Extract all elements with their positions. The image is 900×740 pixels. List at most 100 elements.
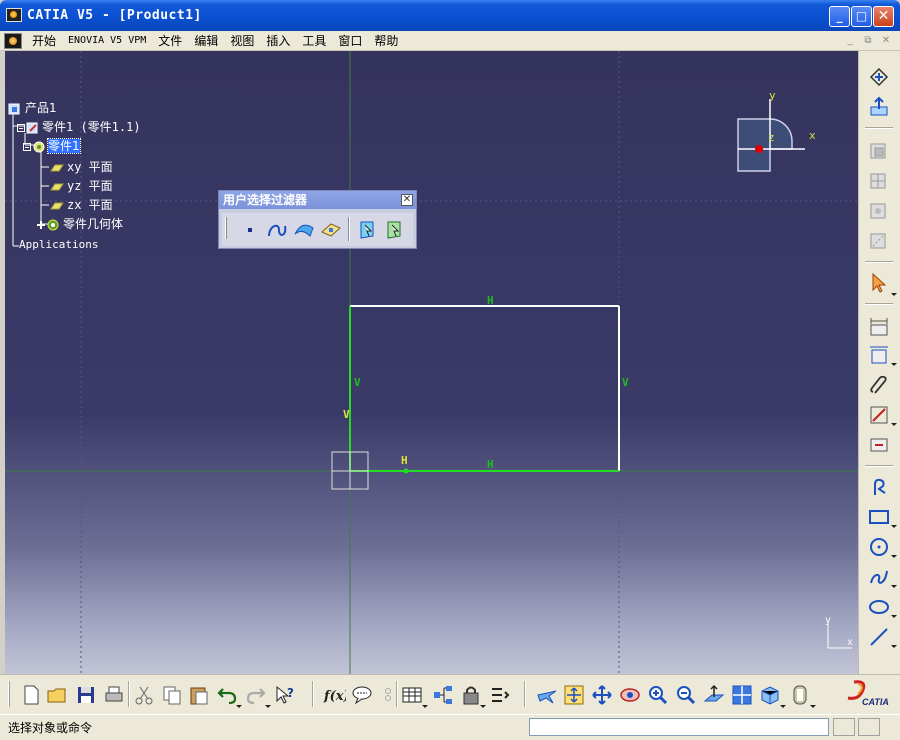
design-table-icon[interactable] (400, 683, 424, 707)
product-icon (8, 103, 20, 114)
tree-item-applications[interactable]: Applications (19, 238, 98, 251)
menu-window[interactable]: 窗口 (332, 31, 368, 51)
menu-help[interactable]: 帮助 (368, 31, 404, 51)
export-icon[interactable] (867, 95, 891, 119)
toolbar-grip[interactable] (225, 217, 227, 239)
constraint-horizontal-origin: H (401, 454, 408, 467)
exit-workbench-icon[interactable] (867, 65, 891, 89)
mdi-close-button[interactable]: ✕ (878, 34, 894, 48)
menu-tools[interactable]: 工具 (296, 31, 332, 51)
mini-axis-x-label: x (847, 637, 854, 648)
tree-item-part-body[interactable]: 零件几何体 (37, 215, 123, 232)
status-option-button-2[interactable] (858, 718, 880, 736)
select-cursor-icon[interactable] (867, 271, 891, 295)
tree-item-zx-plane[interactable]: zx 平面 (49, 196, 113, 213)
collapse-toggle-icon[interactable] (17, 123, 25, 132)
construction-element-icon[interactable] (867, 229, 891, 253)
formula-fx-icon[interactable]: f(x) (322, 683, 346, 707)
feature-element-filter-icon[interactable] (356, 218, 380, 242)
point-filter-icon[interactable] (238, 218, 262, 242)
cut-icon[interactable] (132, 683, 156, 707)
circle-icon[interactable] (867, 535, 891, 559)
viewport-3d[interactable]: H V V H H V y x z y x 产品1 零件1 (零件1.1) 零件… (5, 51, 858, 674)
volume-filter-icon[interactable] (319, 218, 343, 242)
new-document-icon[interactable] (19, 683, 43, 707)
user-selection-filter-toolbar[interactable]: 用户选择过滤器 ✕ (218, 190, 417, 249)
tools-palette-icon[interactable] (488, 683, 512, 707)
command-input[interactable] (529, 718, 829, 736)
annotation-icon[interactable] (350, 683, 374, 707)
rectangle-icon[interactable] (867, 505, 891, 529)
sketch-grid-icon[interactable] (867, 169, 891, 193)
undo-icon[interactable] (215, 683, 239, 707)
fix-together-icon[interactable] (867, 403, 891, 427)
geometry-element-filter-icon[interactable] (383, 218, 407, 242)
minimize-button[interactable]: _ (829, 6, 850, 27)
isometric-view-icon[interactable] (758, 683, 782, 707)
attachment-icon[interactable] (867, 373, 891, 397)
body-gear-icon (47, 219, 59, 230)
dimension-constraint-icon[interactable] (867, 315, 891, 339)
auto-constraint-icon[interactable] (867, 433, 891, 457)
catia-app-icon[interactable] (6, 8, 22, 22)
surface-filter-icon[interactable] (292, 218, 316, 242)
svg-text:f(x): f(x) (323, 689, 346, 704)
menu-enovia[interactable]: ENOVIA V5 VPM (62, 31, 152, 51)
menu-view[interactable]: 视图 (224, 31, 260, 51)
copy-icon[interactable] (160, 683, 184, 707)
fit-all-icon[interactable] (562, 683, 586, 707)
part-instance-icon (26, 122, 38, 133)
snap-to-point-icon[interactable] (867, 199, 891, 223)
zoom-out-icon[interactable] (674, 683, 698, 707)
multi-view-icon[interactable] (730, 683, 754, 707)
pan-icon[interactable] (590, 683, 614, 707)
menu-edit[interactable]: 编辑 (188, 31, 224, 51)
profile-icon[interactable] (867, 475, 891, 499)
shading-icon[interactable] (788, 683, 812, 707)
maximize-button[interactable]: □ (851, 6, 872, 27)
constraint-horizontal-bottom: H (487, 458, 494, 471)
window-title: CATIA V5 - [Product1] (27, 8, 202, 23)
line-icon[interactable] (867, 625, 891, 649)
filter-toolbar-close-button[interactable]: ✕ (401, 194, 413, 206)
redo-icon[interactable] (244, 683, 268, 707)
expand-toggle-icon[interactable] (37, 220, 45, 229)
tree-item-yz-plane[interactable]: yz 平面 (49, 177, 113, 194)
mdi-restore-button[interactable]: ⧉ (860, 34, 876, 48)
curve-filter-icon[interactable] (265, 218, 289, 242)
collapse-toggle-icon[interactable] (23, 142, 31, 151)
tree-reorder-icon[interactable] (431, 683, 455, 707)
ellipse-icon[interactable] (867, 595, 891, 619)
save-icon[interactable] (74, 683, 98, 707)
menu-insert[interactable]: 插入 (260, 31, 296, 51)
tree-item-part-instance[interactable]: 零件1 (零件1.1) (17, 118, 141, 135)
catia-menu-icon[interactable] (4, 33, 22, 49)
tree-item-product[interactable]: 产品1 (7, 99, 57, 116)
rotate-icon[interactable] (618, 683, 642, 707)
close-button[interactable]: ✕ (873, 6, 894, 27)
zoom-in-icon[interactable] (646, 683, 670, 707)
paste-icon[interactable] (187, 683, 211, 707)
constraint-vertical-origin: V (343, 408, 350, 421)
open-folder-icon[interactable] (45, 683, 69, 707)
sketch-profile-icon[interactable] (867, 139, 891, 163)
menu-start[interactable]: 开始 (26, 31, 62, 51)
mdi-minimize-button[interactable]: _ (842, 34, 858, 48)
whats-this-help-icon[interactable]: ? (273, 683, 297, 707)
toolbar-grip[interactable] (8, 681, 10, 707)
lock-catalog-icon[interactable] (459, 683, 483, 707)
constraint-vertical-left: V (354, 376, 361, 389)
print-icon[interactable] (102, 683, 126, 707)
spline-icon[interactable] (867, 565, 891, 589)
tree-item-part[interactable]: 零件1 (23, 137, 81, 154)
fly-mode-icon[interactable] (535, 683, 559, 707)
tree-item-xy-plane[interactable]: xy 平面 (49, 158, 113, 175)
sketch-point (403, 468, 409, 474)
contact-constraint-icon[interactable] (867, 343, 891, 367)
part-icon (33, 141, 45, 152)
filter-toolbar-title: 用户选择过滤器 (219, 191, 416, 209)
menu-file[interactable]: 文件 (152, 31, 188, 51)
normal-view-icon[interactable] (702, 683, 726, 707)
compass-z-label: z (768, 131, 775, 144)
status-option-button[interactable] (833, 718, 855, 736)
